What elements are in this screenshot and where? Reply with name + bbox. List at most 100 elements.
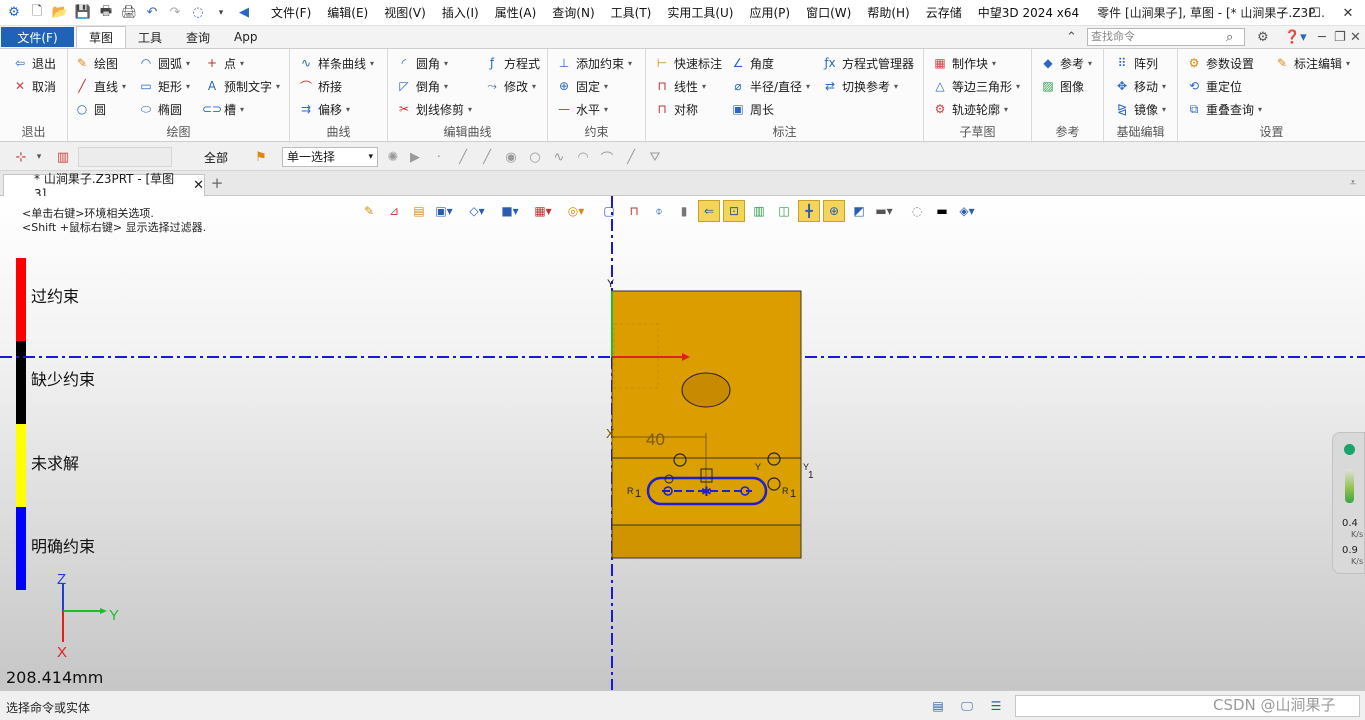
equation-button[interactable]: ƒ 方程式 <box>484 53 540 73</box>
equilateral-triangle-button[interactable]: △ 等边三角形 ▾ <box>932 76 1020 96</box>
dropdown-arrow-icon[interactable]: ▾ <box>468 105 472 114</box>
menu-edit[interactable]: 编辑(E) <box>319 0 376 26</box>
chamfer-button[interactable]: ◸ 倒角 ▾ <box>396 76 448 96</box>
mirror-button[interactable]: ⧎ 镜像 ▾ <box>1114 99 1166 119</box>
layout-icon[interactable]: ▤ <box>929 697 947 715</box>
menu-tools[interactable]: 工具(T) <box>603 0 660 26</box>
move-button[interactable]: ✥ 移动 ▾ <box>1114 76 1166 96</box>
bridge-button[interactable]: ⌒ 桥接 <box>298 76 342 96</box>
menu-attribute[interactable]: 属性(A) <box>487 0 545 26</box>
fillet-button[interactable]: ◜ 圆角 ▾ <box>396 53 448 73</box>
maximize-button[interactable]: ☐ <box>1298 0 1332 26</box>
offset-button[interactable]: ⇉ 偏移 ▾ <box>298 99 350 119</box>
minimize-button[interactable]: ─ <box>1264 0 1298 26</box>
sketch-canvas[interactable]: Y 40 X ✱ R 1 R 1 Y Y 1 Z Y X <box>0 196 1365 690</box>
dropdown-arrow-icon[interactable]: ▾ <box>240 105 244 114</box>
filter-icon[interactable]: ⚑ <box>252 148 270 166</box>
line-snap-icon[interactable]: ╱ <box>454 148 472 166</box>
redo-icon[interactable]: ↷ <box>165 3 185 23</box>
menu-help[interactable]: 帮助(H) <box>859 0 917 26</box>
tab-query[interactable]: 查询 <box>174 26 222 48</box>
point-snap-icon[interactable]: · <box>430 148 448 166</box>
color-bars-icon[interactable]: ▥ <box>54 148 72 166</box>
menu-utilities[interactable]: 实用工具(U) <box>659 0 741 26</box>
center-snap-icon[interactable]: ◉ <box>502 148 520 166</box>
line-button[interactable]: ╱ 直线 ▾ <box>74 76 126 96</box>
slot-button[interactable]: ⊂⊃ 槽 ▾ <box>202 99 244 119</box>
dropdown-arrow-icon[interactable]: ▾ <box>186 82 190 91</box>
equation-manager-button[interactable]: ƒx 方程式管理器 <box>822 53 914 73</box>
rectangle-button[interactable]: ▭ 矩形 ▾ <box>138 76 190 96</box>
point-button[interactable]: + 点 ▾ <box>204 53 244 73</box>
overlap-query-button[interactable]: ⧉ 重叠查询 ▾ <box>1186 99 1262 119</box>
ribbon-restore-icon[interactable]: ❐ <box>1334 28 1346 46</box>
relocate-button[interactable]: ⟲ 重定位 <box>1186 76 1242 96</box>
help-icon[interactable]: ❓▾ <box>1284 28 1307 46</box>
linear-dimension-button[interactable]: ⊓ 线性 ▾ <box>654 76 706 96</box>
horizontal-button[interactable]: — 水平 ▾ <box>556 99 608 119</box>
ellipse-hole[interactable] <box>681 372 731 408</box>
angle-dimension-button[interactable]: ∠ 角度 <box>730 53 774 73</box>
list-icon[interactable]: ☰ <box>987 697 1005 715</box>
parameter-settings-button[interactable]: ⚙ 参数设置 <box>1186 53 1254 73</box>
dropdown-arrow-icon[interactable]: ▾ <box>628 59 632 68</box>
ellipse-button[interactable]: ⬭ 椭圆 <box>138 99 182 119</box>
menu-window[interactable]: 窗口(W) <box>798 0 859 26</box>
close-window-button[interactable]: ✕ <box>1331 0 1365 26</box>
settings-gear-icon[interactable]: ⚙ <box>1257 28 1269 46</box>
regenerate-icon[interactable]: ◌ <box>188 3 208 23</box>
tangent-snap-icon[interactable]: ⌒ <box>598 148 616 167</box>
menu-file[interactable]: 文件(F) <box>263 0 319 26</box>
filter-all-label[interactable]: 全部 <box>196 148 236 166</box>
dropdown-arrow-icon[interactable]: ▾ <box>604 82 608 91</box>
dropdown-arrow-icon[interactable]: ▾ <box>992 59 996 68</box>
perimeter-button[interactable]: ▣ 周长 <box>730 99 774 119</box>
dropdown-arrow-icon[interactable]: ▾ <box>346 105 350 114</box>
quick-dimension-button[interactable]: ⊢ 快速标注 <box>654 53 722 73</box>
file-menu-button[interactable]: 文件(F) <box>1 27 74 47</box>
tab-app[interactable]: App <box>222 26 269 48</box>
part-body-base[interactable] <box>611 524 802 559</box>
undo-icon[interactable]: ↶ <box>142 3 162 23</box>
open-folder-icon[interactable]: 📂 <box>50 3 70 23</box>
dropdown-arrow-icon[interactable]: ▾ <box>370 59 374 68</box>
dropdown-arrow-icon[interactable]: ▾ <box>1088 59 1092 68</box>
graphics-viewport[interactable]: <单击右键>环境相关选项. <Shift +鼠标右键> 显示选择过滤器. ✎ ⊿… <box>0 196 1365 690</box>
dropdown-arrow-icon[interactable]: ▾ <box>240 59 244 68</box>
dimension-edit-button[interactable]: ✎ 标注编辑 ▾ <box>1274 53 1350 73</box>
tab-sketch[interactable]: 草图 <box>76 26 127 48</box>
collapse-ribbon-icon[interactable]: ⌃ <box>1066 28 1077 46</box>
dropdown-arrow-icon[interactable]: ▾ <box>1258 105 1262 114</box>
menu-apps[interactable]: 应用(P) <box>742 0 799 26</box>
dropdown-arrow-icon[interactable]: ▾ <box>604 105 608 114</box>
tab-list-icon[interactable]: ⩡ <box>1344 174 1362 192</box>
cancel-button[interactable]: ✕ 取消 <box>12 76 56 96</box>
filter-dropdown-icon[interactable]: ▾ <box>30 148 48 166</box>
reference-button[interactable]: ◆ 参考 ▾ <box>1040 53 1092 73</box>
monitor-icon[interactable]: 🖵 <box>958 697 976 715</box>
menu-query[interactable]: 查询(N) <box>544 0 602 26</box>
modify-button[interactable]: ⤳ 修改 ▾ <box>484 76 536 96</box>
radius-diameter-button[interactable]: ⌀ 半径/直径 ▾ <box>730 76 810 96</box>
spline-button[interactable]: ∿ 样条曲线 ▾ <box>298 53 374 73</box>
dropdown-arrow-icon[interactable]: ▾ <box>186 59 190 68</box>
document-tab[interactable]: * 山涧果子.Z3PRT - [草图3] ✕ <box>3 172 205 201</box>
dropdown-arrow-icon[interactable]: ▾ <box>1162 105 1166 114</box>
fix-button[interactable]: ⊕ 固定 ▾ <box>556 76 608 96</box>
exit-button[interactable]: ⇦ 退出 <box>12 53 56 73</box>
symmetric-dimension-button[interactable]: ⊓ 对称 <box>654 99 698 119</box>
circle-snap-icon[interactable]: ○ <box>526 148 544 166</box>
curve-snap-icon[interactable]: ∿ <box>550 148 568 166</box>
dropdown-arrow-icon[interactable]: ▾ <box>444 59 448 68</box>
ground-snap-icon[interactable]: ⛛ <box>646 148 664 166</box>
save-icon[interactable]: 💾 <box>73 3 93 23</box>
dropdown-arrow-icon[interactable]: ▾ <box>532 82 536 91</box>
close-tab-icon[interactable]: ✕ <box>193 178 204 193</box>
dropdown-arrow-icon[interactable]: ▾ <box>894 82 898 91</box>
menu-insert[interactable]: 插入(I) <box>434 0 487 26</box>
app-logo-icon[interactable]: ⚙ <box>4 3 24 23</box>
dropdown-arrow-icon[interactable]: ▾ <box>1016 82 1020 91</box>
tab-tools[interactable]: 工具 <box>126 26 174 48</box>
layer-combo[interactable] <box>78 147 172 167</box>
ribbon-close-icon[interactable]: ✕ <box>1350 28 1361 46</box>
